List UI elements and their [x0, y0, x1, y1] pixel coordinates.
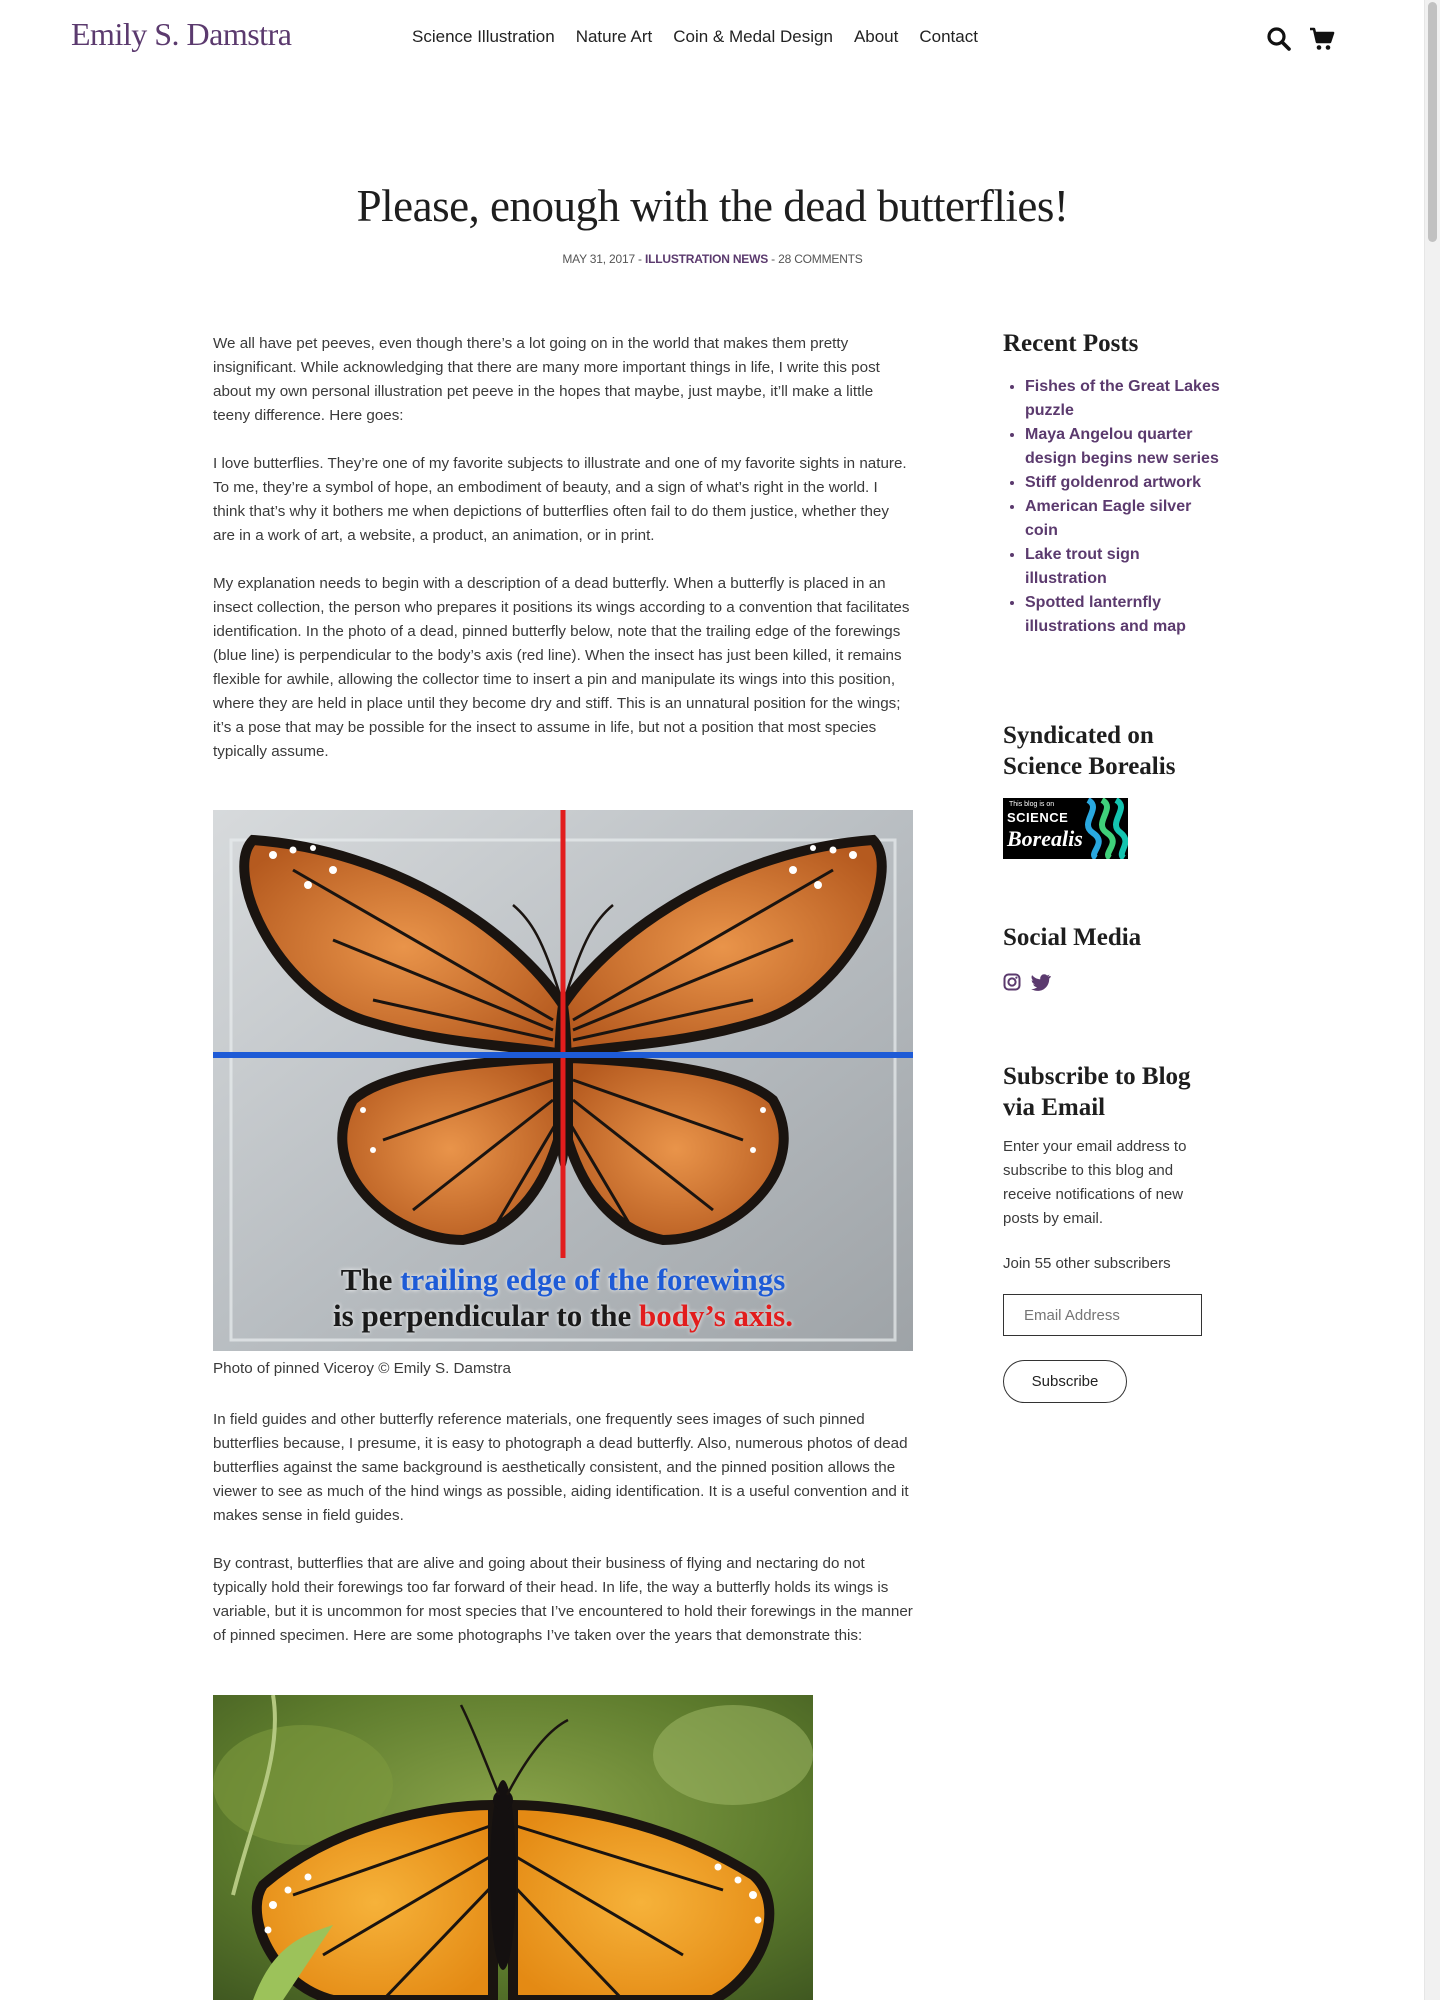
overlay-red-text: body’s axis.: [639, 1298, 793, 1333]
badge-script-text: Borealis: [1007, 826, 1083, 851]
subscribe-description: Enter your email address to subscribe to…: [1003, 1138, 1187, 1227]
nav-science-illustration[interactable]: Science Illustration: [412, 27, 555, 47]
social-media-widget: Social Media: [1003, 922, 1223, 991]
main-nav: Science Illustration Nature Art Coin & M…: [412, 27, 999, 47]
photo-overlay-text: The trailing edge of the forewings is pe…: [213, 1262, 913, 1334]
recent-post-link[interactable]: Lake trout sign illustration: [1025, 546, 1140, 587]
syndicated-widget: Syndicated on Science Borealis This blog…: [1003, 720, 1223, 859]
pinned-viceroy-photo: The trailing edge of the forewings is pe…: [213, 810, 913, 1351]
science-borealis-badge[interactable]: This blog is on SCIENCE Borealis: [1003, 798, 1128, 859]
nav-nature-art[interactable]: Nature Art: [576, 27, 653, 47]
nav-about[interactable]: About: [854, 27, 898, 47]
recent-post-link[interactable]: Fishes of the Great Lakes puzzle: [1025, 378, 1220, 419]
photo-caption: Photo of pinned Viceroy © Emily S. Damst…: [213, 1360, 511, 1377]
subscriber-count: Join 55 other subscribers: [1003, 1255, 1171, 1272]
post-date: MAY 31, 2017: [562, 252, 635, 266]
subscribe-button[interactable]: Subscribe: [1003, 1360, 1127, 1403]
badge-big-text: SCIENCE: [1007, 810, 1069, 825]
site-logo[interactable]: Emily S. Damstra: [71, 16, 292, 53]
post-paragraph: In field guides and other butterfly refe…: [213, 1411, 909, 1524]
scrollbar-thumb[interactable]: [1428, 2, 1437, 242]
meta-separator: -: [768, 252, 779, 266]
site-header: Emily S. Damstra Science Illustration Na…: [0, 0, 1425, 80]
social-media-title: Social Media: [1003, 924, 1142, 951]
post-paragraph: My explanation needs to begin with a des…: [213, 575, 910, 760]
search-icon[interactable]: [1266, 26, 1292, 52]
post-body-continued: In field guides and other butterfly refe…: [213, 1408, 913, 1672]
post-paragraph: I love butterflies. They’re one of my fa…: [213, 455, 907, 544]
post-title: Please, enough with the dead butterflies…: [356, 181, 1069, 231]
recent-post-item[interactable]: Spotted lanternfly illustrations and map: [1025, 591, 1223, 639]
recent-post-link[interactable]: Maya Angelou quarter design begins new s…: [1025, 426, 1219, 467]
post-meta: MAY 31, 2017 - ILLUSTRATION NEWS - 28 CO…: [0, 252, 1425, 266]
email-field[interactable]: [1003, 1294, 1202, 1336]
nav-coin-medal-design[interactable]: Coin & Medal Design: [673, 27, 833, 47]
recent-post-item[interactable]: Fishes of the Great Lakes puzzle: [1025, 375, 1223, 423]
post-category-link[interactable]: ILLUSTRATION NEWS: [645, 252, 768, 266]
recent-post-link[interactable]: American Eagle silver coin: [1025, 498, 1191, 539]
post-comments-link[interactable]: 28 COMMENTS: [778, 252, 863, 266]
social-icons: [1003, 973, 1223, 991]
page-scrollbar[interactable]: [1424, 0, 1440, 2000]
overlay-blue-text: trailing edge of the forewings: [400, 1262, 786, 1297]
sidebar: Recent Posts Fishes of the Great Lakes p…: [1003, 328, 1223, 639]
overlay-text: is perpendicular to the: [333, 1298, 640, 1333]
recent-post-item[interactable]: Stiff goldenrod artwork: [1025, 471, 1223, 495]
subscribe-widget: Subscribe to Blog via Email Enter your e…: [1003, 1061, 1223, 1403]
twitter-icon[interactable]: [1031, 973, 1051, 991]
badge-small-text: This blog is on: [1009, 801, 1055, 808]
recent-post-link[interactable]: Spotted lanternfly illustrations and map: [1025, 594, 1186, 635]
badge-wave-graphic: [1085, 798, 1128, 859]
recent-post-item[interactable]: Maya Angelou quarter design begins new s…: [1025, 423, 1223, 471]
nav-contact[interactable]: Contact: [919, 27, 978, 47]
subscribe-title: Subscribe to Blog via Email: [1003, 1063, 1191, 1121]
cart-icon[interactable]: [1309, 26, 1335, 52]
post-paragraph: We all have pet peeves, even though ther…: [213, 335, 880, 424]
recent-post-item[interactable]: Lake trout sign illustration: [1025, 543, 1223, 591]
overlay-line-1: The trailing edge of the forewings: [213, 1262, 913, 1298]
overlay-line-2: is perpendicular to the body’s axis.: [213, 1298, 913, 1334]
recent-posts-list: Fishes of the Great Lakes puzzle Maya An…: [1003, 375, 1223, 639]
recent-posts-title: Recent Posts: [1003, 330, 1139, 357]
post-paragraph: By contrast, butterflies that are alive …: [213, 1555, 913, 1644]
recent-post-link[interactable]: Stiff goldenrod artwork: [1025, 474, 1201, 491]
recent-post-item[interactable]: American Eagle silver coin: [1025, 495, 1223, 543]
overlay-text: The: [340, 1262, 401, 1297]
monarch-butterfly-image: [213, 1695, 813, 2000]
instagram-icon[interactable]: [1003, 973, 1021, 991]
live-monarch-photo: [213, 1695, 813, 2000]
syndicated-title: Syndicated on Science Borealis: [1003, 722, 1176, 780]
meta-separator: -: [634, 252, 645, 266]
post-body: We all have pet peeves, even though ther…: [213, 332, 913, 788]
